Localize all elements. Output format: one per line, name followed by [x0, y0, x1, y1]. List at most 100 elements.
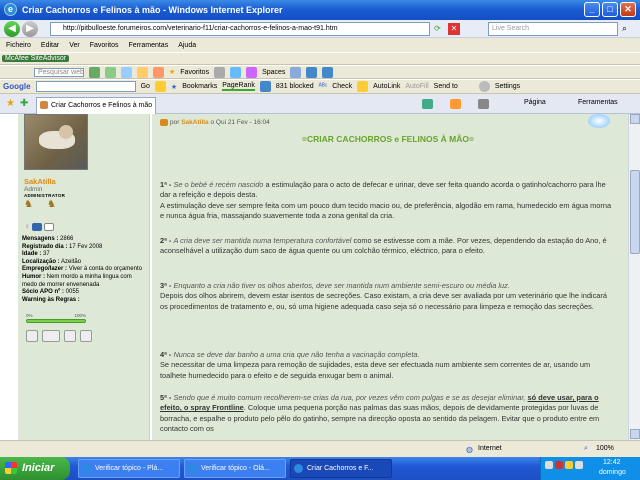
address-bar[interactable]: http://pitbulloeste.forumeiros.com/veter…	[50, 22, 430, 36]
add-favorites-icon[interactable]: ✚	[20, 98, 28, 109]
menu-ver[interactable]: Ver	[69, 42, 80, 49]
google-go-button[interactable]: Go	[141, 83, 150, 90]
google-toolbar: Google Go ★ Bookmarks PageRank 831 block…	[0, 79, 640, 94]
favorites-star-icon[interactable]: ★	[6, 98, 15, 109]
spaces-button[interactable]: Spaces	[262, 69, 285, 76]
taskbar-item[interactable]: Verificar tópico - Plá...	[78, 459, 180, 478]
bookmark-star-icon: ★	[170, 83, 178, 91]
page-content: SakAtilla Admin ADMINISTRATOR ♞ ♞ ♀ Mens…	[0, 114, 628, 440]
paragraph-italic: Enquanto a cria não tiver os olhos abert…	[173, 281, 510, 290]
profile-field-label: Localização :	[22, 258, 60, 265]
print-icon[interactable]	[478, 99, 489, 109]
toolbar-icon[interactable]	[230, 66, 242, 78]
antivirus-icon[interactable]	[555, 461, 563, 469]
toolbar-icon[interactable]	[137, 66, 148, 78]
post-body: por SakAtilla o Qui 21 Fev - 16:04 =CRIA…	[152, 114, 628, 440]
sendto-button[interactable]: Send to	[434, 83, 458, 90]
avatar	[24, 114, 88, 170]
forward-button[interactable]: ▶	[22, 21, 38, 37]
popup-blocker-icon	[259, 81, 271, 92]
private-message-icon[interactable]	[42, 330, 60, 342]
autolink-button[interactable]: AutoLink	[373, 83, 400, 90]
stop-icon[interactable]: ✕	[448, 23, 460, 35]
pagerank-indicator[interactable]: PageRank	[222, 82, 255, 91]
toolbar-icon[interactable]	[105, 66, 116, 78]
toolbar-icon[interactable]	[154, 81, 166, 92]
profile-field-label: Sócio APO nº :	[22, 289, 64, 296]
toolbar-icon[interactable]	[153, 66, 164, 78]
profile-field-value: 2866	[60, 236, 74, 242]
popups-blocked-label[interactable]: 831 blocked	[276, 83, 314, 90]
menu-ficheiro[interactable]: Ficheiro	[6, 42, 31, 49]
search-icon[interactable]: ⌕	[622, 23, 627, 34]
paragraph-4: 4ª - Nunca se deve dar banho a uma cria …	[160, 350, 616, 381]
refresh-icon[interactable]: ⟳	[434, 24, 441, 33]
start-button[interactable]: Iniciar	[0, 457, 70, 480]
google-search-input[interactable]	[35, 81, 136, 92]
toolbar-icon[interactable]	[290, 66, 302, 78]
paragraph-2: 2ª - A cria deve ser mantida numa temper…	[160, 236, 616, 257]
email-icon[interactable]	[64, 330, 76, 342]
ie-icon	[294, 464, 303, 473]
menu-ferramentas[interactable]: Ferramentas	[129, 42, 169, 49]
dog-photo-head	[59, 125, 73, 139]
bookmarks-button[interactable]: Bookmarks	[182, 83, 217, 90]
taskbar-item-label: Verificar tópico - Olá...	[201, 465, 270, 472]
toolbar-icon[interactable]	[357, 81, 369, 92]
check-button[interactable]: Check	[332, 83, 352, 90]
profile-field-label: Emprego/lazer :	[22, 266, 68, 273]
profile-field-label: Humor :	[22, 273, 45, 280]
volume-icon[interactable]	[575, 461, 583, 469]
clock-day: domingo	[599, 469, 626, 476]
warning-level-bar	[26, 319, 86, 323]
google-settings-button[interactable]: Settings	[495, 83, 520, 90]
search-go-icon[interactable]	[89, 66, 100, 78]
profile-icon[interactable]	[26, 330, 38, 342]
zoom-level[interactable]: 100%	[596, 445, 614, 452]
profile-details: Mensagens : 2866 Registrado dia : 17 Fev…	[22, 236, 146, 304]
network-icon[interactable]	[545, 461, 553, 469]
page-menu-button[interactable]: Página	[524, 99, 546, 106]
taskbar-item-label: Criar Cachorros e F...	[307, 465, 374, 472]
close-button[interactable]: ✕	[620, 2, 636, 17]
search-input[interactable]: Live Search	[488, 22, 618, 36]
autofill-button[interactable]: AutoFill	[405, 83, 428, 90]
vertical-scrollbar[interactable]	[628, 114, 640, 440]
home-icon[interactable]	[422, 99, 433, 109]
feeds-icon[interactable]	[450, 99, 461, 109]
menu-editar[interactable]: Editar	[41, 42, 59, 49]
system-tray: 12:42 domingo	[540, 457, 640, 480]
back-button[interactable]: ◀	[4, 21, 20, 37]
maximize-button[interactable]: □	[602, 2, 618, 17]
scroll-down-button[interactable]	[630, 429, 640, 439]
country-flag-icon	[44, 222, 54, 231]
paragraph-3: 3ª - Enquanto a cria não tiver os olhos …	[160, 281, 616, 312]
rank-label: ADMINISTRATOR	[24, 193, 66, 198]
toolbar-icon[interactable]	[246, 66, 258, 78]
minimize-button[interactable]: _	[584, 2, 600, 17]
toolbar-icon[interactable]	[306, 66, 318, 78]
menu-ajuda[interactable]: Ajuda	[178, 42, 196, 49]
clock-time[interactable]: 12:42	[603, 459, 621, 466]
scroll-thumb[interactable]	[630, 170, 640, 254]
taskbar-item[interactable]: Verificar tópico - Olá...	[184, 459, 286, 478]
tray-icon[interactable]	[565, 461, 573, 469]
favorites-button[interactable]: Favoritos	[180, 69, 209, 76]
mcafee-siteadvisor-button[interactable]: McAfee SiteAdvisor	[2, 55, 70, 62]
toolbar-icon[interactable]	[214, 66, 226, 78]
toolbar-icon[interactable]	[121, 66, 132, 78]
scroll-up-button[interactable]	[630, 114, 640, 124]
profile-username[interactable]: SakAtilla	[24, 177, 56, 186]
taskbar-item-active[interactable]: Criar Cachorros e F...	[290, 459, 392, 478]
paragraph-text: Depois dos olhos abrirem, devem estar is…	[160, 291, 607, 311]
google-logo: Google	[3, 82, 31, 91]
post-author[interactable]: SakAtilla	[181, 119, 208, 126]
paragraph-italic: Nunca se deve dar banho a uma cria que n…	[173, 350, 420, 359]
paragraph-number: 1ª -	[160, 180, 172, 189]
toolbar-icon[interactable]	[322, 66, 334, 78]
menu-favoritos[interactable]: Favoritos	[90, 42, 119, 49]
msn-icon[interactable]	[80, 330, 92, 342]
tab-current[interactable]: Criar Cachorros e Felinos à mão	[36, 97, 156, 114]
tools-menu-button[interactable]: Ferramentas	[578, 99, 618, 106]
mcafee-search-input[interactable]: Pesquisar web	[34, 67, 84, 77]
